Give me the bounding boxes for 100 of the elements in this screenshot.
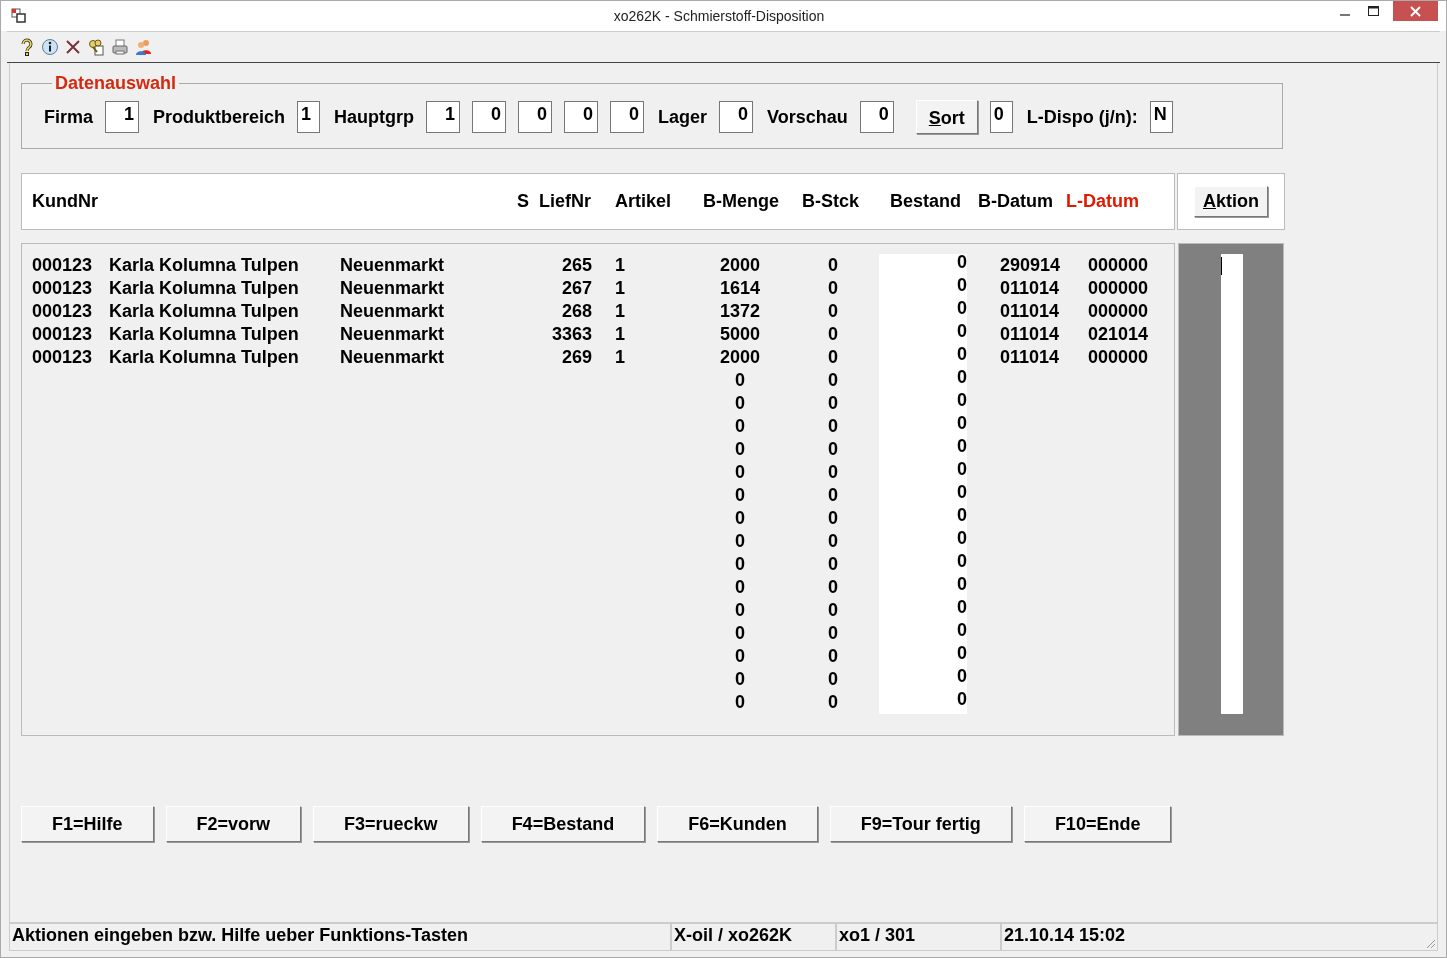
table-cell-text: 290914	[1000, 254, 1062, 277]
table-cell-text: 1	[615, 254, 626, 277]
action-button[interactable]: Aktion	[1194, 186, 1268, 217]
table-cell-text: 0	[827, 691, 839, 714]
input-field[interactable]: 0	[472, 101, 507, 133]
table-cell-text: 011014	[1000, 323, 1061, 346]
table-cell-text: 000123	[32, 277, 94, 300]
table-cell-text: 0	[827, 392, 839, 415]
input-field[interactable]: 1	[297, 101, 321, 133]
function-key-button[interactable]: F6=Kunden	[657, 806, 818, 842]
input-field[interactable]: 0	[719, 101, 754, 133]
minimize-icon	[1340, 14, 1350, 16]
table-cell-text: 265	[560, 254, 592, 277]
table-cell-text: Karla Kolumna Tulpen	[109, 277, 300, 300]
table-cell-text: 0	[734, 622, 746, 645]
input-field[interactable]: N	[1149, 101, 1173, 133]
stock-cell: 0	[879, 277, 967, 300]
table-cell-text: Neuenmarkt	[340, 277, 446, 300]
table-cell-text: Neuenmarkt	[340, 346, 446, 369]
table-cell-text: 000000	[1088, 300, 1150, 323]
table-cell-text: 000123	[32, 254, 94, 277]
table-cell-text: 0	[827, 507, 839, 530]
table-cell-text: 0	[827, 300, 839, 323]
table-cell-text: 0	[734, 645, 746, 668]
input-field[interactable]: 1	[105, 101, 140, 133]
function-key-button[interactable]: F4=Bestand	[480, 806, 646, 842]
close-icon[interactable]	[65, 39, 81, 55]
stock-cell: 0	[879, 484, 967, 507]
input-field[interactable]: 0	[989, 101, 1013, 133]
stock-cell: 0	[879, 323, 967, 346]
table-cell-text: 000000	[1088, 254, 1150, 277]
close-button[interactable]	[1393, 1, 1438, 21]
stock-cell: 0	[879, 461, 967, 484]
maximize-icon	[1367, 6, 1379, 16]
table-cell-text: Karla Kolumna Tulpen	[109, 254, 300, 277]
table-cell-text: 0	[734, 599, 746, 622]
table-cell-text: 0	[734, 553, 746, 576]
column-header: B-Datum	[978, 191, 1054, 212]
stock-cell: 0	[879, 300, 967, 323]
function-key-button[interactable]: F2=vorw	[165, 806, 302, 842]
table-cell-text: 0	[734, 668, 746, 691]
table-cell-text: 0	[827, 576, 839, 599]
table-cell-text: 000123	[32, 300, 94, 323]
table-cell-text: 0	[827, 530, 839, 553]
function-key-button[interactable]: F1=Hilfe	[21, 806, 154, 842]
stock-cell: 0	[879, 507, 967, 530]
table-cell-text: 0	[734, 415, 746, 438]
stock-cell: 0	[879, 668, 967, 691]
table-cell-text: 1	[615, 346, 626, 369]
column-header: Artikel	[615, 191, 673, 212]
table-cell-text: 011014	[1000, 346, 1061, 369]
table-cell-text: 2000	[718, 254, 761, 277]
action-field[interactable]	[1221, 254, 1243, 714]
help-icon[interactable]	[19, 38, 35, 56]
input-field[interactable]: 0	[564, 101, 599, 133]
table-cell-text: 269	[560, 346, 592, 369]
column-header: S	[517, 191, 530, 212]
function-key-button[interactable]: F10=Ende	[1023, 806, 1172, 842]
status-text: Aktionen eingeben bzw. Hilfe ueber Funktions-Tasten	[9, 923, 671, 951]
people-icon[interactable]	[135, 38, 153, 56]
table-cell-text: 0	[827, 599, 839, 622]
table-cell-text: 0	[734, 392, 746, 415]
field-label: Hauptgrp	[334, 106, 415, 128]
table-cell-text: 0	[734, 691, 746, 714]
table-cell-text: 0	[827, 438, 839, 461]
table-cell-text: 0	[827, 622, 839, 645]
table-cell-text: 0	[827, 484, 839, 507]
table-cell-text: Karla Kolumna Tulpen	[109, 346, 300, 369]
stock-cell: 0	[879, 622, 967, 645]
table-cell-text: 000000	[1088, 277, 1150, 300]
table-cell-text: Neuenmarkt	[340, 300, 446, 323]
printer-icon[interactable]	[111, 38, 129, 56]
table-cell-text: 1614	[718, 277, 761, 300]
table-cell-text: 267	[560, 277, 592, 300]
table-cell-text: 000123	[32, 323, 94, 346]
close-icon	[1410, 5, 1421, 17]
app-icon	[11, 8, 27, 24]
stock-cell: 0	[879, 438, 967, 461]
function-key-button[interactable]: F9=Tour fertig	[829, 806, 1012, 842]
table-cell-text: 0	[734, 369, 746, 392]
input-field[interactable]: 0	[518, 101, 553, 133]
input-field[interactable]: 0	[859, 101, 894, 133]
column-header: B-Stck	[802, 191, 860, 212]
table-cell-text: 1	[615, 300, 626, 323]
sort-button[interactable]: Sort	[915, 100, 978, 134]
keys-icon[interactable]	[87, 38, 105, 56]
table-cell-text: 0	[827, 254, 839, 277]
input-field[interactable]: 0	[610, 101, 645, 133]
table-cell-text: 0	[734, 507, 746, 530]
info-icon[interactable]	[41, 38, 59, 56]
column-header: LiefNr	[539, 191, 592, 212]
function-key-button[interactable]: F3=rueckw	[313, 806, 469, 842]
status-text: X-oil / xo262K	[671, 923, 836, 951]
table-cell-text: 0	[734, 438, 746, 461]
input-field[interactable]: 1	[426, 101, 461, 133]
resize-grip-icon[interactable]	[1424, 937, 1436, 949]
table-cell-text: 0	[827, 323, 839, 346]
table-cell-text: 1372	[718, 300, 761, 323]
table-cell-text: 0	[734, 461, 746, 484]
column-header: Bestand	[890, 191, 962, 212]
